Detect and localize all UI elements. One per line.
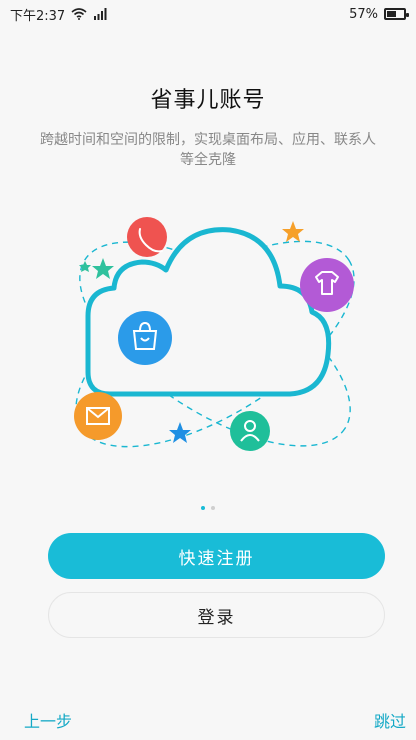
login-button[interactable]: 登录 — [48, 592, 385, 638]
shopping-bag-icon — [118, 311, 172, 365]
battery-percent: 57% — [349, 6, 378, 22]
skip-link[interactable]: 跳过 — [374, 708, 406, 732]
prev-step-link[interactable]: 上一步 — [24, 708, 72, 732]
person-icon — [230, 411, 270, 451]
status-bar: 下午2:37 57% — [0, 0, 416, 28]
signal-icon — [94, 8, 107, 20]
cloud-shape — [85, 227, 332, 397]
shirt-icon — [300, 258, 354, 312]
wifi-icon — [71, 8, 87, 20]
cloud-illustration — [74, 217, 355, 451]
page-dot — [211, 506, 215, 510]
phone-icon — [127, 217, 167, 257]
star-icon — [92, 258, 114, 279]
page-description: 跨越时间和空间的限制，实现桌面布局、应用、联系人等全克隆 — [40, 132, 376, 168]
battery-icon — [384, 8, 409, 20]
star-icon — [169, 422, 191, 443]
mail-icon — [74, 392, 122, 440]
battery-fill — [387, 11, 397, 17]
status-time: 下午2:37 — [10, 8, 66, 24]
status-right: 57% — [349, 6, 409, 22]
page-dot — [201, 506, 205, 510]
star-icon — [282, 221, 304, 242]
star-icon — [79, 261, 91, 272]
page-title: 省事儿账号 — [150, 88, 266, 113]
status-left: 下午2:37 — [10, 5, 107, 24]
page-indicator — [0, 506, 416, 510]
register-button[interactable]: 快速注册 — [48, 533, 385, 579]
